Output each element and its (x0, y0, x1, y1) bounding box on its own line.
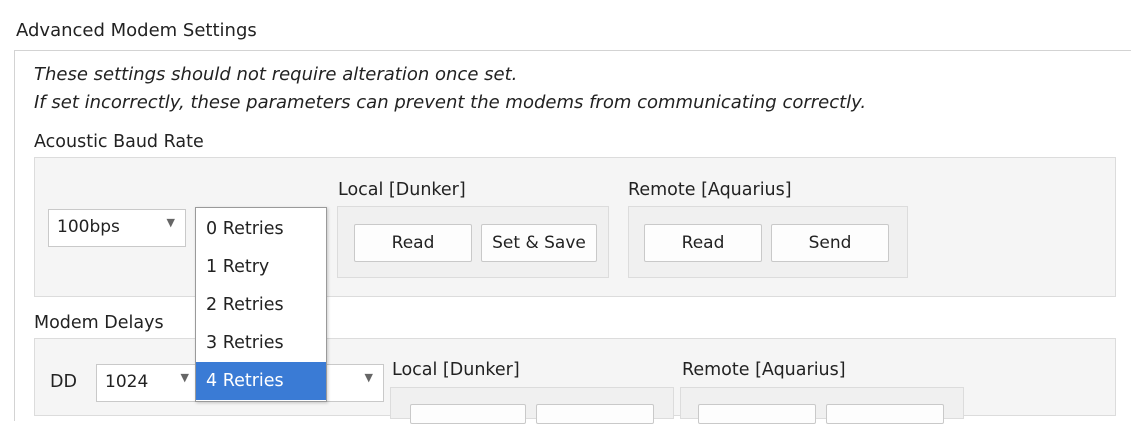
chevron-down-icon: ▼ (180, 371, 189, 384)
retries-option[interactable]: 2 Retries (196, 286, 326, 324)
retries-option[interactable]: 1 Retry (196, 248, 326, 286)
delays-remote-label: Remote [Aquarius] (682, 360, 846, 380)
baud-rate-select[interactable]: 100bps ▼ (48, 209, 186, 247)
retries-dropdown-list: 0 Retries 1 Retry 2 Retries 3 Retries 4 … (195, 207, 327, 402)
baud-remote-label: Remote [Aquarius] (628, 180, 792, 200)
delays-section-label: Modem Delays (34, 313, 164, 333)
note-line-2: If set incorrectly, these parameters can… (34, 92, 867, 113)
delays-remote-button-2[interactable] (826, 404, 944, 424)
baud-rate-value: 100bps (57, 217, 120, 237)
retries-option[interactable]: 3 Retries (196, 324, 326, 362)
delays-local-label: Local [Dunker] (392, 360, 520, 380)
baud-local-read-button[interactable]: Read (354, 224, 472, 262)
group-title: Advanced Modem Settings (16, 20, 257, 41)
baud-remote-send-button[interactable]: Send (771, 224, 889, 262)
baud-local-set-save-button[interactable]: Set & Save (481, 224, 597, 262)
baud-section-label: Acoustic Baud Rate (34, 132, 204, 152)
dd-value: 1024 (105, 372, 149, 392)
note-line-1: These settings should not require altera… (34, 64, 518, 85)
chevron-down-icon: ▼ (364, 371, 373, 384)
dd-select[interactable]: 1024 ▼ (96, 364, 200, 402)
delays-remote-button-1[interactable] (698, 404, 816, 424)
retries-option-selected[interactable]: 4 Retries (196, 362, 326, 400)
baud-remote-read-button[interactable]: Read (644, 224, 762, 262)
dd-label: DD (50, 372, 77, 392)
chevron-down-icon: ▼ (166, 216, 175, 229)
retries-option[interactable]: 0 Retries (196, 210, 326, 248)
delays-local-button-2[interactable] (536, 404, 654, 424)
baud-local-label: Local [Dunker] (338, 180, 466, 200)
delays-local-button-1[interactable] (410, 404, 526, 424)
